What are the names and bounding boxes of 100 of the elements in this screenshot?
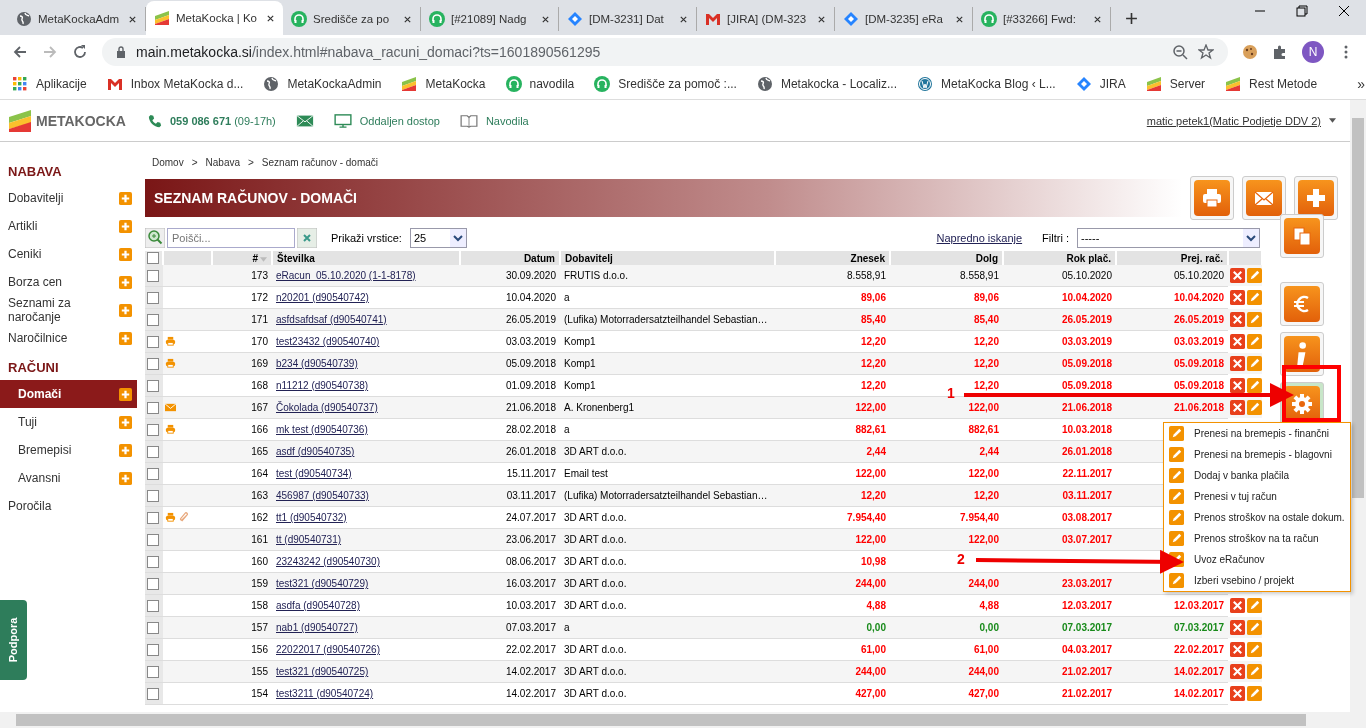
close-icon[interactable]	[817, 14, 826, 24]
breadcrumb-link[interactable]: Nabava	[205, 157, 240, 168]
bookmark[interactable]: MetaKocka Blog ‹ L...	[917, 75, 1056, 92]
row-checkbox[interactable]	[147, 445, 159, 458]
close-icon[interactable]	[679, 14, 688, 24]
document-link[interactable]: test (d90540734)	[276, 468, 352, 479]
delete-icon[interactable]	[1230, 333, 1245, 349]
edit-icon[interactable]	[1247, 597, 1262, 613]
edit-icon[interactable]	[1247, 663, 1262, 679]
envelope-icon[interactable]	[165, 402, 176, 414]
edit-icon[interactable]	[1247, 333, 1262, 349]
browser-tab[interactable]: [DM-3235] eRa	[835, 7, 973, 31]
user-menu-link[interactable]: matic petek1(Matic Podjetje DDV 2)	[1146, 114, 1321, 127]
close-icon[interactable]	[1338, 4, 1350, 17]
browser-tab[interactable]: MetaKocka | Ko	[146, 1, 283, 35]
search-field[interactable]: Poišči...	[167, 228, 295, 248]
bookmark[interactable]: navodila	[505, 75, 575, 92]
row-checkbox[interactable]	[147, 621, 159, 634]
action-button[interactable]	[1284, 286, 1320, 322]
edit-icon[interactable]	[1247, 377, 1262, 393]
action-button[interactable]	[1246, 180, 1282, 216]
browser-tab[interactable]: [JIRA] (DM-323	[697, 7, 835, 31]
search-icon[interactable]	[145, 228, 165, 248]
bookmark[interactable]: Metakocka - Localiz...	[756, 75, 897, 92]
row-checkbox[interactable]	[147, 269, 159, 282]
select-all-checkbox[interactable]	[147, 252, 159, 265]
browser-tab[interactable]: Središče za po	[283, 7, 421, 31]
bookmark[interactable]: JIRA	[1075, 75, 1126, 92]
bookmark[interactable]: MetaKocka	[401, 75, 486, 92]
paperclip-icon[interactable]	[179, 512, 190, 524]
extensions-icon[interactable]	[1272, 43, 1288, 60]
edit-icon[interactable]	[1247, 355, 1262, 371]
printer-icon[interactable]	[165, 336, 176, 348]
edit-icon[interactable]	[1247, 399, 1262, 415]
sidebar-item[interactable]: Borza cen	[8, 275, 63, 289]
printer-icon[interactable]	[165, 512, 176, 524]
edit-icon[interactable]	[1247, 619, 1262, 635]
close-icon[interactable]	[403, 14, 412, 24]
close-icon[interactable]	[955, 14, 964, 24]
reload-icon[interactable]	[72, 43, 88, 60]
new-tab-icon[interactable]	[1125, 12, 1138, 25]
column-header[interactable]: #	[252, 252, 258, 264]
column-header[interactable]: Dolg	[975, 252, 998, 264]
edit-icon[interactable]	[1247, 289, 1262, 305]
close-icon[interactable]	[266, 13, 275, 23]
menu-item[interactable]: Prenesi na bremepis - blagovni	[1164, 444, 1350, 465]
cookie-icon[interactable]	[1242, 43, 1258, 60]
caret-icon[interactable]	[1329, 118, 1336, 123]
bookmark[interactable]: MetaKockaAdmin	[263, 75, 382, 92]
back-icon[interactable]	[12, 43, 28, 60]
close-icon[interactable]	[1093, 14, 1102, 24]
row-checkbox[interactable]	[147, 423, 159, 436]
menu-item[interactable]: Dodaj v banka plačila	[1164, 465, 1350, 486]
row-checkbox[interactable]	[147, 511, 159, 524]
column-header[interactable]: Številka	[277, 252, 315, 264]
menu-item[interactable]: Prenos stroškov na ostale dokum.	[1164, 507, 1350, 528]
row-checkbox[interactable]	[147, 313, 159, 326]
forward-icon[interactable]	[42, 43, 58, 60]
breadcrumb-link[interactable]: Domov	[152, 157, 184, 168]
delete-icon[interactable]	[1230, 289, 1245, 305]
edit-icon[interactable]	[1247, 268, 1262, 283]
bookmark[interactable]: Inbox MetaKocka d...	[106, 75, 244, 92]
delete-icon[interactable]	[1230, 685, 1245, 701]
document-link[interactable]: n20201 (d90540742)	[276, 292, 369, 303]
row-checkbox[interactable]	[147, 687, 159, 700]
bookmark[interactable]: Središče za pomoč :...	[594, 75, 737, 92]
delete-icon[interactable]	[1230, 597, 1245, 613]
action-button[interactable]	[1194, 180, 1230, 216]
edit-icon[interactable]	[1247, 685, 1262, 701]
document-link[interactable]: asdfa (d90540728)	[276, 600, 360, 611]
sidebar-item[interactable]: Domači	[18, 387, 62, 401]
close-icon[interactable]	[128, 14, 137, 24]
sidebar-item[interactable]: Tuji	[18, 415, 37, 429]
sidebar-item[interactable]: Poročila	[8, 499, 52, 513]
envelope-icon[interactable]	[295, 113, 314, 128]
app-logo[interactable]: METAKOCKA	[8, 108, 126, 133]
profile-avatar[interactable]: N	[1302, 40, 1324, 63]
sidebar-item[interactable]: Artikli	[8, 219, 38, 233]
row-checkbox[interactable]	[147, 467, 159, 480]
row-checkbox[interactable]	[147, 599, 159, 612]
address-bar[interactable]: main.metakocka.si/index.html#nabava_racuni_domaci?ts=1601890561295	[102, 37, 1228, 66]
delete-icon[interactable]	[1230, 311, 1245, 327]
row-checkbox[interactable]	[147, 533, 159, 546]
row-checkbox[interactable]	[147, 489, 159, 502]
action-button[interactable]	[1284, 218, 1320, 254]
document-link[interactable]: tt (d90540731)	[276, 534, 342, 545]
delete-icon[interactable]	[1230, 399, 1245, 415]
remote-access-link[interactable]: Oddaljen dostop	[359, 114, 440, 127]
horizontal-scrollbar[interactable]	[0, 712, 1366, 728]
row-checkbox[interactable]	[147, 357, 159, 370]
document-link[interactable]: mk test (d90540736)	[276, 424, 368, 435]
row-checkbox[interactable]	[147, 665, 159, 678]
menu-item[interactable]: Prenos stroškov na ta račun	[1164, 528, 1350, 549]
row-checkbox[interactable]	[147, 555, 159, 568]
menu-item[interactable]: Prenesi v tuj račun	[1164, 486, 1350, 507]
restore-icon[interactable]	[1296, 4, 1308, 17]
document-link[interactable]: test23432 (d90540740)	[276, 336, 380, 347]
delete-icon[interactable]	[1230, 641, 1245, 657]
filter-dropdown[interactable]: -----	[1077, 228, 1260, 248]
delete-icon[interactable]	[1230, 355, 1245, 371]
